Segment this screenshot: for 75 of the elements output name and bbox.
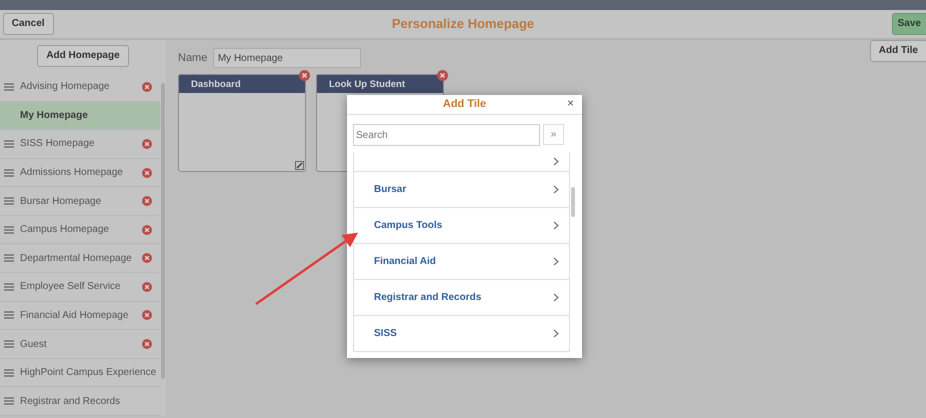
remove-icon[interactable] [142,196,152,206]
homepage-item[interactable]: SISS Homepage [0,130,160,159]
homepage-item[interactable]: Guest [0,330,160,359]
homepage-item[interactable]: Admissions Homepage [0,158,160,188]
homepage-label: Admissions Homepage [20,166,124,180]
name-field[interactable]: My Homepage [212,48,361,68]
homepage-label: Employee Self Service [20,280,122,294]
remove-icon[interactable] [142,339,152,350]
homepage-label: Financial Aid Homepage [20,308,130,323]
chevron-icon [553,257,559,266]
homepage-label: SISS Homepage [20,137,96,152]
name-label: Name [178,50,208,66]
remove-icon[interactable] [437,70,448,80]
category-label: Campus Tools [374,219,444,233]
cancel-button[interactable]: Cancel [2,13,54,35]
search-field[interactable]: Search [353,124,540,146]
drag-handle-icon[interactable] [4,311,14,320]
homepage-label: Registrar and Records [20,394,122,409]
homepage-label: Campus Homepage [20,223,110,238]
drag-handle-icon[interactable] [4,197,14,206]
homepage-item[interactable]: Financial Aid Homepage [0,302,160,330]
homepage-item[interactable]: Employee Self Service [0,273,160,302]
dialog-title: Add Tile [442,97,486,112]
remove-icon[interactable] [142,138,152,149]
remove-icon[interactable] [142,224,152,235]
drag-handle-icon[interactable] [4,168,14,176]
tile-category-item[interactable]: SISS [354,316,569,352]
drag-handle-icon[interactable] [4,397,14,406]
remove-icon[interactable] [142,82,152,92]
chevron-icon [553,221,559,230]
drag-handle-icon[interactable] [4,282,14,291]
homepage-item[interactable]: My Homepage [0,102,160,130]
remove-icon[interactable] [299,70,310,80]
category-label: Bursar [374,183,408,197]
drag-handle-icon[interactable] [4,140,14,148]
category-label: SISS [374,327,398,341]
remove-icon[interactable] [142,253,152,264]
remove-icon[interactable] [142,168,152,178]
tile-category-item[interactable]: Registrar and Records [354,280,569,316]
chevron-icon [553,329,559,338]
homepage-item[interactable]: Departmental Homepage [0,244,160,274]
scrollbar[interactable] [571,187,575,217]
homepage-label: Guest [20,338,48,352]
homepage-item[interactable]: HighPoint Campus Experience [0,358,160,388]
homepage-label: Bursar Homepage [20,194,102,209]
save-button[interactable]: Save [892,13,926,35]
homepage-label: Advising Homepage [20,80,110,94]
chevron-icon [553,293,559,302]
tile-category-item[interactable]: Financial Aid [354,244,569,280]
add-tile-button[interactable]: Add Tile [870,40,926,62]
drag-handle-icon[interactable] [4,82,14,91]
drag-handle-icon[interactable] [4,226,14,234]
homepage-item[interactable]: Registrar and Records [0,387,160,416]
homepage-label: HighPoint Campus Experience [20,366,158,380]
category-label: Registrar and Records [374,291,482,305]
tile-title: Dashboard [179,74,305,92]
edit-icon[interactable] [295,160,304,170]
category-label: Financial Aid [374,255,437,269]
chevron-icon [553,185,559,194]
drag-handle-icon[interactable] [4,368,14,377]
remove-icon[interactable] [142,310,152,320]
drag-handle-icon[interactable] [4,254,14,262]
remove-icon[interactable] [142,282,152,292]
page-title: Personalize Homepage [392,16,534,32]
tile-category-item[interactable]: Campus Tools [354,208,569,244]
homepage-item[interactable]: Bursar Homepage [0,187,160,216]
tile-title: Look Up Student [317,74,443,92]
add-homepage-button[interactable]: Add Homepage [37,45,129,68]
search-go-button[interactable]: » [543,124,564,145]
close-button[interactable]: × [566,97,574,109]
homepage-item[interactable]: Campus Homepage [0,216,160,244]
drag-handle-icon[interactable] [4,340,14,348]
tile-category-item[interactable]: Bursar [354,172,569,208]
chevron-icon [553,157,559,166]
homepage-label: Departmental Homepage [20,252,133,266]
